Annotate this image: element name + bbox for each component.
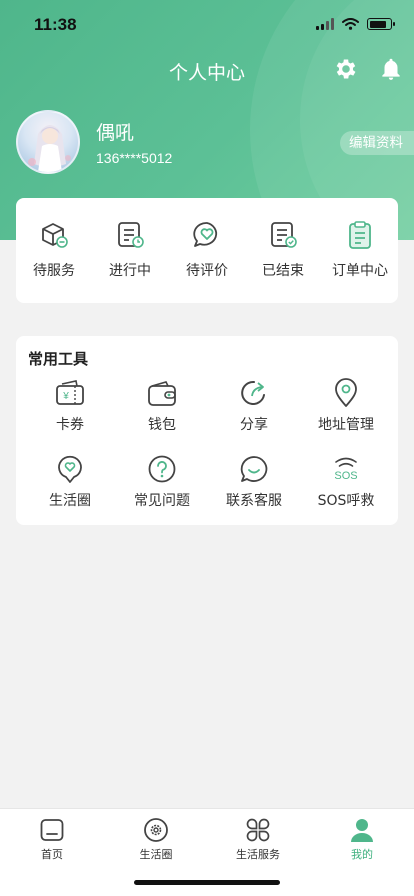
tool-label: 钱包 bbox=[148, 417, 176, 433]
username: 偶吼 bbox=[96, 122, 135, 144]
order-center[interactable]: 订单中心 bbox=[322, 220, 398, 280]
battery-icon bbox=[367, 18, 395, 30]
status-time: 11:38 bbox=[34, 15, 77, 34]
share-icon bbox=[241, 380, 265, 405]
list-clock-icon bbox=[118, 222, 144, 248]
package-icon bbox=[42, 223, 68, 248]
tool-address[interactable]: 地址管理 bbox=[298, 378, 394, 434]
order-label: 待服务 bbox=[33, 263, 75, 279]
tool-label: 常见问题 bbox=[134, 493, 190, 509]
tab-label: 我的 bbox=[351, 848, 373, 861]
order-label: 待评价 bbox=[186, 263, 228, 279]
tools-title: 常用工具 bbox=[28, 350, 89, 368]
orders-card: 待服务 进行中 待评价 已结束 订单中心 bbox=[16, 198, 398, 303]
coupon-icon: ¥ bbox=[56, 380, 84, 405]
order-label: 订单中心 bbox=[332, 263, 388, 279]
chat-icon bbox=[240, 456, 268, 482]
tools-card: 常用工具 ¥ 卡券 钱包 分享 地址管理 生活圈 常见问题 联系客服 SOS S… bbox=[16, 336, 398, 525]
order-label: 进行中 bbox=[109, 263, 151, 279]
tab-mine[interactable]: 我的 bbox=[310, 817, 414, 862]
heart-chat-icon bbox=[193, 222, 218, 247]
tab-label: 生活圈 bbox=[139, 848, 173, 861]
home-icon bbox=[40, 819, 64, 841]
wallet-icon bbox=[148, 381, 176, 406]
tool-customer-service[interactable]: 联系客服 bbox=[206, 454, 302, 510]
notification-bell-icon[interactable] bbox=[378, 56, 404, 82]
tool-share[interactable]: 分享 bbox=[206, 378, 302, 434]
wifi-icon bbox=[342, 18, 359, 30]
list-check-icon bbox=[271, 222, 297, 248]
avatar[interactable] bbox=[16, 110, 80, 174]
tab-home[interactable]: 首页 bbox=[0, 817, 104, 862]
tool-label: 地址管理 bbox=[318, 417, 374, 433]
phone-number: 136****5012 bbox=[96, 150, 173, 166]
status-icons bbox=[316, 18, 395, 30]
tool-label: 分享 bbox=[240, 417, 268, 433]
edit-profile-button[interactable]: 编辑资料 bbox=[340, 131, 414, 155]
order-finished[interactable]: 已结束 bbox=[245, 220, 321, 280]
order-pending-review[interactable]: 待评价 bbox=[169, 220, 245, 280]
svg-text:SOS: SOS bbox=[334, 470, 357, 482]
tool-label: 生活圈 bbox=[49, 493, 91, 509]
person-icon bbox=[351, 819, 373, 842]
grid-icon bbox=[246, 818, 270, 842]
home-indicator bbox=[134, 880, 280, 885]
order-in-progress[interactable]: 进行中 bbox=[92, 220, 168, 280]
tool-life-circle[interactable]: 生活圈 bbox=[22, 454, 118, 510]
tool-label: 卡券 bbox=[56, 417, 84, 433]
tool-faq[interactable]: 常见问题 bbox=[114, 454, 210, 510]
settings-gear-icon[interactable] bbox=[333, 56, 359, 82]
order-label: 已结束 bbox=[262, 263, 304, 279]
signal-icon bbox=[316, 18, 334, 30]
sos-icon: SOS bbox=[334, 457, 358, 482]
tool-label: SOS呼救 bbox=[317, 493, 375, 509]
order-pending-service[interactable]: 待服务 bbox=[16, 220, 92, 280]
status-bar: 11:38 bbox=[0, 0, 414, 50]
circle-gear-icon bbox=[144, 818, 168, 842]
tool-coupon[interactable]: ¥ 卡券 bbox=[22, 378, 118, 434]
tool-sos[interactable]: SOS SOS呼救 bbox=[298, 454, 394, 510]
location-icon bbox=[335, 378, 357, 407]
svg-text:¥: ¥ bbox=[62, 391, 69, 402]
tab-life-circle[interactable]: 生活圈 bbox=[104, 817, 208, 862]
tab-life-services[interactable]: 生活服务 bbox=[206, 817, 310, 862]
tool-label: 联系客服 bbox=[226, 493, 282, 509]
tool-wallet[interactable]: 钱包 bbox=[114, 378, 210, 434]
tab-label: 首页 bbox=[41, 848, 63, 861]
question-icon bbox=[148, 455, 176, 483]
tab-label: 生活服务 bbox=[236, 848, 280, 861]
clipboard-icon bbox=[349, 221, 371, 249]
heart-bubble-icon bbox=[58, 455, 82, 483]
